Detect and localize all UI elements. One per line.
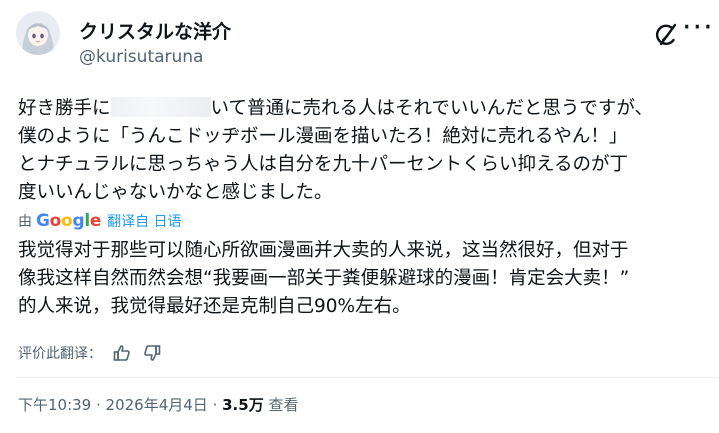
translated-line: 像我这样自然而然会想“我要画一部关于粪便躲避球的漫画！肯定会大卖！” [18,268,630,289]
google-logo-letter: e [89,211,102,231]
more-icon: ··· [682,10,714,45]
like-translation-button[interactable] [112,343,132,363]
anime-avatar [16,11,60,55]
tweet-line-1-end: いて普通に売れる人はそれでいいんだと思うですが、 [210,98,654,119]
divider [16,377,719,378]
rate-translation: 评价此翻译： [18,343,162,363]
translated-text: 我觉得对于那些可以随心所欲画漫画并大卖的人来说，这当然很好，但对于 像我这样自然… [18,237,713,321]
google-logo-letter: o [61,211,73,231]
redacted-text [110,97,211,117]
google-logo: Google [36,211,101,231]
translated-line: 的人来说，我觉得最好还是克制自己90%左右。 [18,296,411,317]
tweet-line-1-start: 好き勝手に [18,98,111,119]
thumbs-down-icon [144,345,161,361]
thumbs-up-icon [113,345,130,361]
views-label: 查看 [263,396,299,414]
google-logo-letter: g [72,211,85,231]
user-handle[interactable]: @kurisutaruna [79,47,203,67]
tweet-line: 僕のように「うんこドッヂボール漫画を描いたろ！絶対に売れるやん！」 [18,126,628,147]
dislike-translation-button[interactable] [142,343,162,363]
translation-attribution: 由 Google 翻译自 日语 [18,211,182,231]
tweet-date[interactable]: 2026年4月4日 [106,396,208,414]
translated-from-link[interactable]: 翻译自 日语 [107,211,181,231]
tweet-line: 好き勝手に いて普通に売れる人はそれでいいんだと思うですが、 [18,95,708,123]
tweet-text: 好き勝手に いて普通に売れる人はそれでいいんだと思うですが、 僕のように「うんこド… [18,95,708,207]
rate-label: 评价此翻译： [18,346,102,362]
tweet-meta: 下午10:39 · 2026年4月4日 · 3.5万 查看 [18,394,298,415]
google-logo-letter: G [36,211,50,231]
tweet-line: 度いいんじゃないかなと感じました。 [18,182,333,203]
separator: · [207,396,223,414]
display-name[interactable]: クリスタルな洋介 [79,17,231,44]
google-logo-letter: o [49,211,62,231]
tweet-time[interactable]: 下午10:39 [18,396,91,414]
grok-button[interactable] [651,19,683,51]
translated-line: 我觉得对于那些可以随心所欲画漫画并大卖的人来说，这当然很好，但对于 [18,240,629,261]
views-count: 3.5万 [222,396,264,414]
grok-icon [656,23,677,46]
by-label: 由 [18,214,32,230]
tweet-line: とナチュラルに思っちゃう人は自分を九十パーセントくらい抑えるのが丁 [18,154,628,175]
avatar[interactable] [16,11,60,55]
separator: · [91,396,106,414]
more-button[interactable]: ··· [682,13,713,49]
